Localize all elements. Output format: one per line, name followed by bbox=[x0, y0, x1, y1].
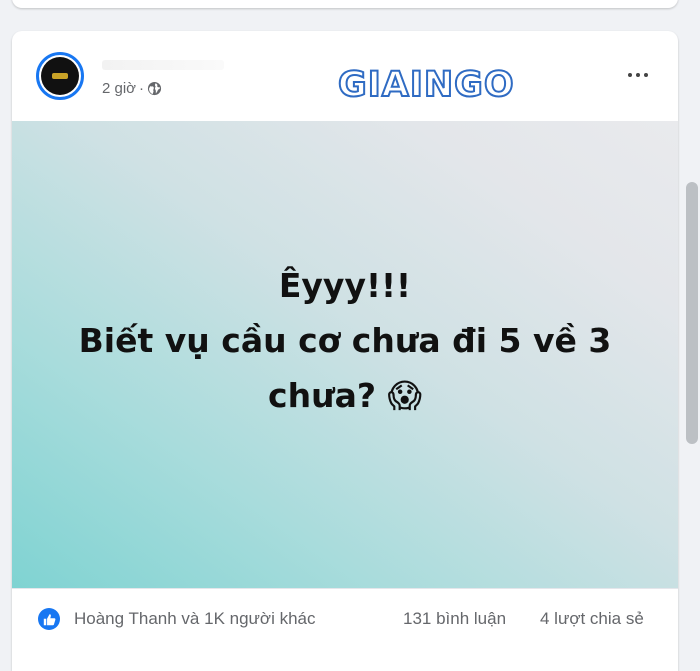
post-text-line-1: Êyyy!!! bbox=[278, 266, 412, 305]
previous-post-card bbox=[12, 0, 678, 8]
post-image[interactable]: Êyyy!!! Biết vụ cầu cơ chưa đi 5 về 3 ch… bbox=[12, 121, 678, 588]
post-footer: Hoàng Thanh và 1K người khác 131 bình lu… bbox=[12, 588, 678, 649]
screaming-face-emoji-icon: 😱 bbox=[387, 376, 422, 415]
scrollbar-track[interactable] bbox=[684, 0, 700, 648]
author-name-redacted[interactable] bbox=[102, 60, 224, 70]
avatar-logo-mark bbox=[52, 73, 68, 79]
post-text: Êyyy!!! Biết vụ cầu cơ chưa đi 5 về 3 ch… bbox=[79, 258, 612, 423]
more-options-icon-dot bbox=[636, 73, 640, 77]
like-icon bbox=[38, 608, 60, 630]
post-timestamp[interactable]: 2 giờ bbox=[102, 80, 136, 97]
post-text-line-2: Biết vụ cầu cơ chưa đi 5 về 3 bbox=[78, 321, 612, 360]
post-card: 2 giờ · GIAINGO Êyyy!!! Biết vụ cầu cơ c… bbox=[12, 31, 678, 671]
post-text-line-3-text: chưa? bbox=[268, 376, 377, 415]
avatar-logo bbox=[41, 57, 79, 95]
reactions-summary[interactable]: Hoàng Thanh và 1K người khác bbox=[74, 609, 315, 629]
post-meta: 2 giờ · bbox=[102, 80, 162, 97]
page-avatar[interactable] bbox=[36, 52, 84, 100]
meta-separator: · bbox=[139, 80, 145, 97]
shares-count[interactable]: 4 lượt chia sẻ bbox=[540, 609, 644, 629]
more-options-icon-dot bbox=[628, 73, 632, 77]
post-header: 2 giờ · GIAINGO bbox=[12, 31, 678, 121]
brand-watermark: GIAINGO bbox=[337, 64, 515, 106]
comments-count[interactable]: 131 bình luận bbox=[403, 609, 506, 629]
globe-icon bbox=[147, 81, 162, 96]
post-text-line-3: chưa? 😱 bbox=[79, 368, 612, 423]
more-options-button[interactable] bbox=[616, 61, 660, 89]
scrollbar-thumb[interactable] bbox=[686, 182, 698, 444]
more-options-icon-dot bbox=[644, 73, 648, 77]
